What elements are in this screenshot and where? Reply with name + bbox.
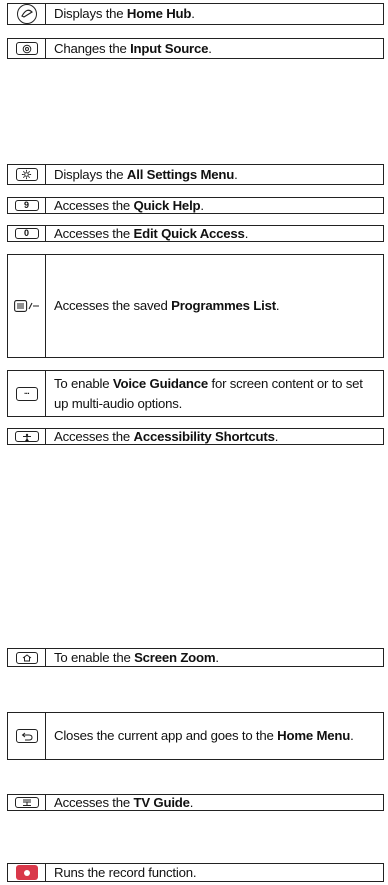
row-text: Accesses the saved Programmes List.: [54, 298, 280, 313]
row-text: Accesses the Edit Quick Access.: [54, 225, 249, 241]
home-hub-button-icon: [8, 4, 46, 24]
row-all-settings: Displays the All Settings Menu.: [7, 164, 384, 185]
voice-guidance-button-icon: ···: [8, 371, 46, 416]
row-text: Accesses the Quick Help.: [54, 197, 204, 213]
row-accessibility-shortcuts: Accesses the Accessibility Shortcuts.: [7, 428, 384, 445]
row-quick-help: 9 Accesses the Quick Help.: [7, 197, 384, 214]
row-home-hub: Displays the Home Hub.: [7, 3, 384, 25]
row-input-source: Changes the Input Source.: [7, 38, 384, 59]
row-text: Changes the Input Source.: [54, 40, 212, 56]
input-source-button-icon: [8, 39, 46, 58]
tv-guide-button-icon: [8, 795, 46, 810]
number-0-button-icon: 0: [8, 226, 46, 241]
row-edit-quick-access: 0 Accesses the Edit Quick Access.: [7, 225, 384, 242]
row-voice-guidance: ··· To enable Voice Guidance for screen …: [7, 370, 384, 417]
number-9-button-icon: 9: [8, 198, 46, 213]
row-text: Displays the Home Hub.: [54, 6, 195, 21]
accessibility-button-icon: [8, 429, 46, 444]
row-text: Closes the current app and goes to the H…: [54, 728, 354, 743]
row-text: To enable Voice Guidance for screen cont…: [54, 375, 363, 411]
settings-gear-button-icon: [8, 165, 46, 184]
row-text: Accesses the TV Guide.: [54, 794, 194, 810]
back-button-icon: [8, 713, 46, 759]
row-tv-guide: Accesses the TV Guide.: [7, 794, 384, 811]
row-screen-zoom: To enable the Screen Zoom.: [7, 648, 384, 667]
programme-list-button-icon: [8, 255, 46, 357]
row-text: Displays the All Settings Menu.: [54, 166, 238, 182]
row-text: Accesses the Accessibility Shortcuts.: [54, 428, 279, 444]
row-record: Runs the record function.: [7, 863, 384, 882]
row-text: To enable the Screen Zoom.: [54, 649, 219, 665]
row-text: Runs the record function.: [54, 864, 197, 880]
record-button-icon: [8, 864, 46, 881]
row-back-home-menu: Closes the current app and goes to the H…: [7, 712, 384, 760]
screen-zoom-button-icon: [8, 649, 46, 666]
row-programmes-list: Accesses the saved Programmes List.: [7, 254, 384, 358]
